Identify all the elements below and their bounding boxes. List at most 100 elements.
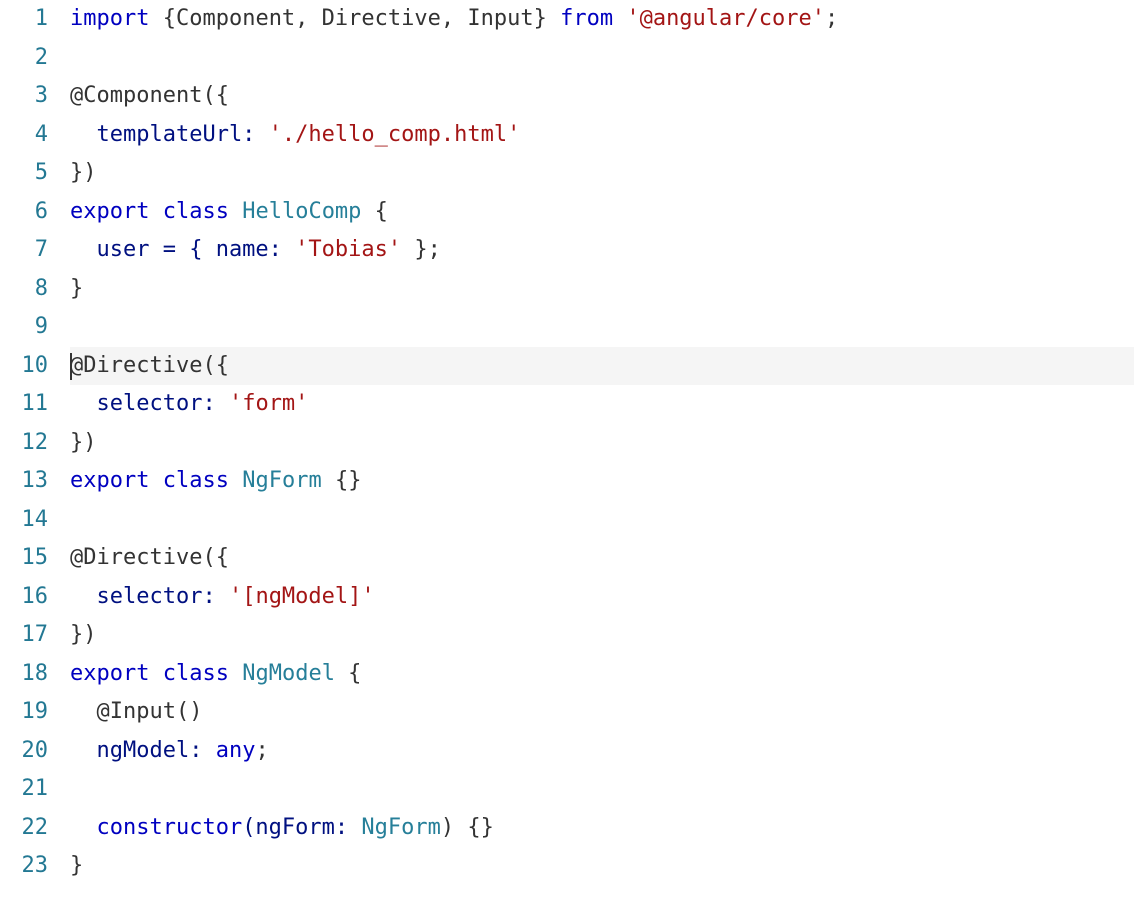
punct-token: } xyxy=(70,276,83,301)
keyword-token: export xyxy=(70,661,149,686)
punct-token: () xyxy=(176,699,203,724)
code-line[interactable]: templateUrl: './hello_comp.html' xyxy=(70,116,1134,155)
decorator-token: @Component xyxy=(70,83,202,108)
code-editor[interactable]: 1 2 3 4 5 6 7 8 9 10 11 12 13 14 15 16 1… xyxy=(0,0,1134,886)
line-number: 23 xyxy=(0,847,48,886)
code-line[interactable]: user = { name: 'Tobias' }; xyxy=(70,231,1134,270)
line-number: 20 xyxy=(0,732,48,771)
line-number: 15 xyxy=(0,539,48,578)
punct-token: }) xyxy=(70,430,97,455)
property-token: selector: xyxy=(70,584,229,609)
text-token: {Component, Directive, Input} xyxy=(149,6,560,31)
punct-token: {} xyxy=(322,468,362,493)
line-number: 21 xyxy=(0,770,48,809)
text-token xyxy=(149,468,162,493)
string-token: '[ngModel]' xyxy=(229,584,375,609)
punct-token: { xyxy=(335,661,362,686)
code-line[interactable]: } xyxy=(70,847,1134,886)
line-number: 12 xyxy=(0,424,48,463)
line-number: 10 xyxy=(0,347,48,386)
line-number: 11 xyxy=(0,385,48,424)
string-token: './hello_comp.html' xyxy=(269,122,521,147)
punct-token: } xyxy=(70,853,83,878)
line-number: 13 xyxy=(0,462,48,501)
line-number: 3 xyxy=(0,77,48,116)
decorator-token: @Directive xyxy=(70,353,202,378)
code-line-active[interactable]: @Directive({ xyxy=(70,347,1134,386)
property-token: selector: xyxy=(70,391,229,416)
punct-token: }; xyxy=(401,237,441,262)
punct-token: ; xyxy=(825,6,838,31)
string-token: 'Tobias' xyxy=(295,237,401,262)
code-line[interactable] xyxy=(70,501,1134,540)
line-number: 1 xyxy=(0,0,48,39)
line-number: 7 xyxy=(0,231,48,270)
code-line[interactable]: constructor(ngForm: NgForm) {} xyxy=(70,809,1134,848)
text-token xyxy=(229,661,242,686)
line-number: 5 xyxy=(0,154,48,193)
line-number: 19 xyxy=(0,693,48,732)
line-number: 18 xyxy=(0,655,48,694)
keyword-token: from xyxy=(560,6,613,31)
line-number-gutter: 1 2 3 4 5 6 7 8 9 10 11 12 13 14 15 16 1… xyxy=(0,0,70,886)
class-token: NgModel xyxy=(242,661,335,686)
code-line[interactable]: export class HelloComp { xyxy=(70,193,1134,232)
class-token: NgForm xyxy=(361,815,440,840)
code-line[interactable]: selector: 'form' xyxy=(70,385,1134,424)
code-line[interactable]: @Input() xyxy=(70,693,1134,732)
keyword-token: constructor xyxy=(70,815,242,840)
punct-token: }) xyxy=(70,160,97,185)
text-token xyxy=(149,661,162,686)
decorator-token: @Directive xyxy=(70,545,202,570)
keyword-token: export xyxy=(70,199,149,224)
string-token: '@angular/core' xyxy=(626,6,825,31)
punct-token: ; xyxy=(255,738,268,763)
line-number: 8 xyxy=(0,270,48,309)
code-line[interactable]: }) xyxy=(70,154,1134,193)
keyword-token: import xyxy=(70,6,149,31)
punct-token: ({ xyxy=(202,83,229,108)
code-line[interactable] xyxy=(70,770,1134,809)
property-token: ngModel: xyxy=(70,738,216,763)
code-line[interactable]: @Directive({ xyxy=(70,539,1134,578)
code-line[interactable]: selector: '[ngModel]' xyxy=(70,578,1134,617)
text-token xyxy=(229,199,242,224)
line-number: 14 xyxy=(0,501,48,540)
class-token: HelloComp xyxy=(242,199,361,224)
property-token: templateUrl: xyxy=(70,122,269,147)
keyword-token: any xyxy=(216,738,256,763)
text-token xyxy=(149,199,162,224)
punct-token: }) xyxy=(70,622,97,647)
code-line[interactable]: export class NgForm {} xyxy=(70,462,1134,501)
keyword-token: class xyxy=(163,199,229,224)
code-line[interactable]: import {Component, Directive, Input} fro… xyxy=(70,0,1134,39)
keyword-token: class xyxy=(163,468,229,493)
text-token xyxy=(229,468,242,493)
code-line[interactable]: }) xyxy=(70,616,1134,655)
keyword-token: export xyxy=(70,468,149,493)
class-token: NgForm xyxy=(242,468,321,493)
code-line[interactable]: @Component({ xyxy=(70,77,1134,116)
code-line[interactable]: }) xyxy=(70,424,1134,463)
code-line[interactable]: export class NgModel { xyxy=(70,655,1134,694)
code-area[interactable]: import {Component, Directive, Input} fro… xyxy=(70,0,1134,886)
property-token: (ngForm: xyxy=(242,815,361,840)
text-token xyxy=(613,6,626,31)
line-number: 22 xyxy=(0,809,48,848)
code-line[interactable] xyxy=(70,308,1134,347)
string-token: 'form' xyxy=(229,391,308,416)
punct-token: ) {} xyxy=(441,815,494,840)
line-number: 16 xyxy=(0,578,48,617)
line-number: 2 xyxy=(0,39,48,78)
line-number: 9 xyxy=(0,308,48,347)
code-line[interactable] xyxy=(70,39,1134,78)
line-number: 4 xyxy=(0,116,48,155)
code-line[interactable]: } xyxy=(70,270,1134,309)
punct-token: ({ xyxy=(202,353,229,378)
code-line[interactable]: ngModel: any; xyxy=(70,732,1134,771)
keyword-token: class xyxy=(163,661,229,686)
property-token: user = { name: xyxy=(70,237,295,262)
text-cursor-icon xyxy=(70,353,72,379)
decorator-token: @Input xyxy=(70,699,176,724)
punct-token: { xyxy=(361,199,388,224)
